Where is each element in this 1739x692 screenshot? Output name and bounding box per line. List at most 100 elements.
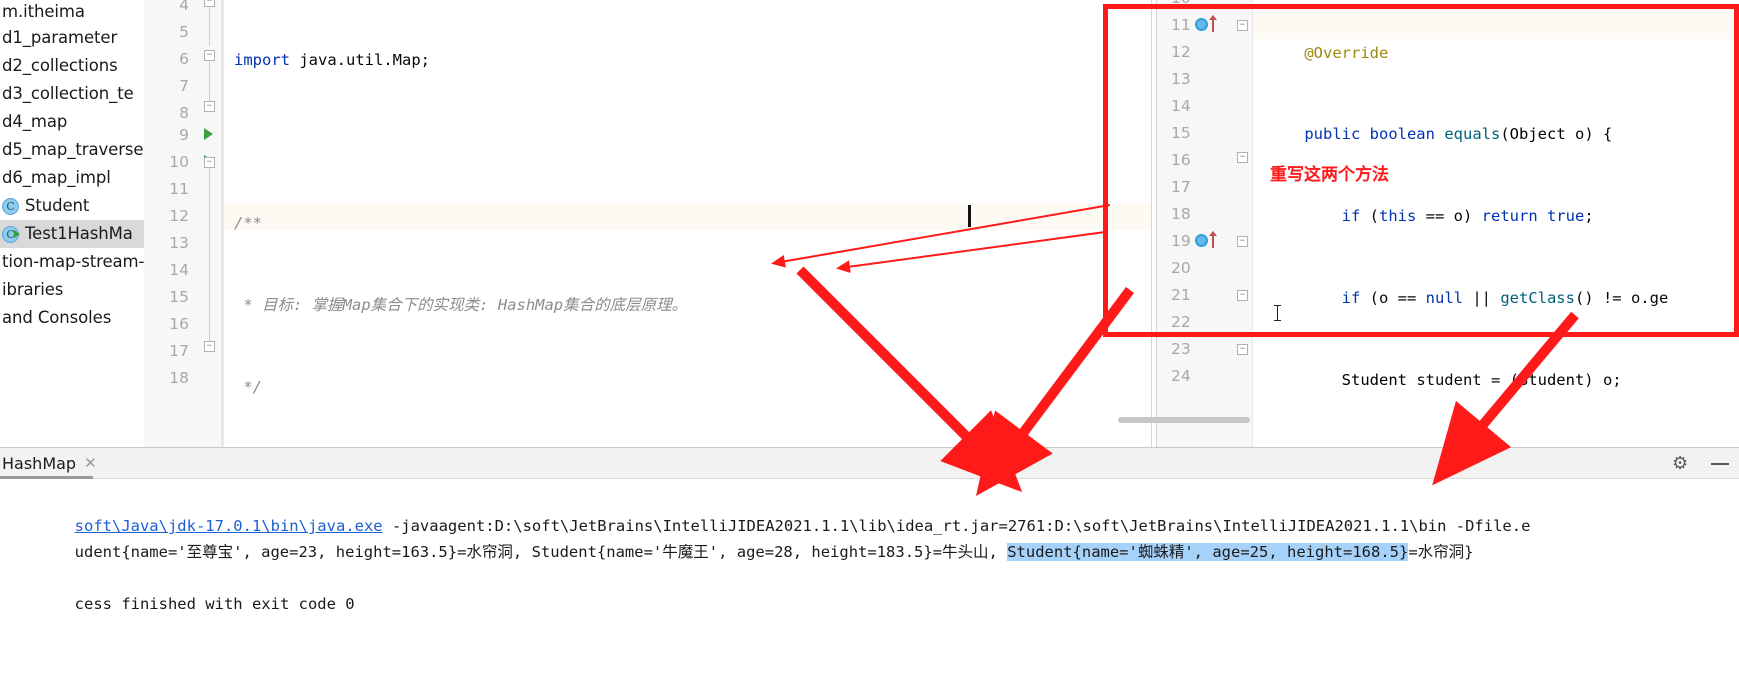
tree-item-label: Student (25, 196, 90, 215)
sidebar-item-module[interactable]: tion-map-stream- (0, 248, 144, 276)
sidebar-item-student[interactable]: C Student (0, 192, 144, 220)
sidebar-item-d3-collection-te[interactable]: d3_collection_te (0, 80, 144, 108)
tree-item-label: d3_collection_te (2, 84, 134, 103)
tree-item-label: d2_collections (2, 56, 118, 75)
line-number: 17 (1171, 178, 1191, 196)
line-number: 14 (169, 261, 189, 279)
fold-marker-main-end-icon[interactable]: − (204, 341, 215, 352)
editor-gutter-left[interactable]: 4 5 6 7 8 9 10 11 12 13 14 15 16 17 18 −… (144, 0, 222, 447)
code-line-14[interactable]: Student student = (Student) o; (1267, 367, 1668, 394)
console-line-command[interactable]: soft\Java\jdk-17.0.1\bin\java.exe -javaa… (0, 487, 1739, 535)
sidebar-item-d2-collections[interactable]: d2_collections (0, 52, 144, 80)
modified-arrow-icon (1209, 231, 1217, 248)
console-line-exit-code: cess finished with exit code 0 (0, 565, 1739, 613)
sidebar-item-d6-map-impl[interactable]: d6_map_impl (0, 164, 144, 192)
tree-item-label: d6_map_impl (2, 168, 111, 187)
console-output[interactable]: soft\Java\jdk-17.0.1\bin\java.exe -javaa… (0, 479, 1739, 692)
run-tool-window: HashMap ✕ ⚙ soft\Java\jdk-17.0.1\bin\jav… (0, 447, 1739, 692)
java-class-runnable-icon: C (2, 225, 20, 243)
editor-area: m.itheima d1_parameter d2_collections d3… (0, 0, 1739, 447)
code-line-7[interactable]: * 目标: 掌握Map集合下的实现类: HashMap集合的底层原理。 (234, 292, 961, 319)
code-content-left[interactable]: import java.util.Map; /** * 目标: 掌握Map集合下… (234, 0, 961, 447)
console-args-tail: :D:\soft\JetBrains\IntelliJIDEA2021.1.1\… (1045, 517, 1531, 535)
sidebar-item-d5-map-traverse[interactable]: d5_map_traverse (0, 136, 144, 164)
code-line-13[interactable]: if (o == null || getClass() != o.ge (1267, 285, 1669, 312)
fold-marker-hashcode-end-icon[interactable]: − (1237, 290, 1248, 301)
line-number: 18 (1171, 205, 1191, 223)
code-line-11[interactable]: public boolean equals(Object o) { (1267, 121, 1668, 148)
project-tree-panel[interactable]: m.itheima d1_parameter d2_collections d3… (0, 0, 144, 447)
code-line-4[interactable]: import java.util.Map; (234, 47, 961, 74)
line-number: 5 (179, 23, 189, 41)
run-class-gutter-icon[interactable] (204, 128, 213, 140)
console-java-path-link[interactable]: soft\Java\jdk-17.0.1\bin\java.exe (75, 517, 383, 535)
text-caret (968, 205, 971, 227)
console-output-tail: =水帘洞} (1408, 543, 1474, 561)
tree-item-label: d5_map_traverse (2, 140, 144, 159)
code-line-6[interactable]: /** (234, 210, 961, 237)
code-line-5[interactable] (234, 128, 961, 155)
sidebar-item-libraries[interactable]: ibraries (0, 276, 144, 304)
line-number: 13 (1171, 70, 1191, 88)
code-editor-student[interactable]: 10 11 12 13 14 15 16 17 18 19 20 21 22 2… (1157, 0, 1739, 447)
fold-marker-hashcode-icon[interactable]: − (1237, 236, 1248, 247)
fold-region-line (209, 168, 210, 341)
gear-icon[interactable]: ⚙ (1672, 455, 1689, 473)
line-number: 10 (1157, 0, 1252, 12)
fold-marker-comment-icon[interactable]: − (204, 50, 215, 61)
fold-marker-collapse-icon[interactable]: − (204, 0, 215, 7)
java-class-icon: C (2, 197, 19, 215)
line-number: 22 (1171, 313, 1191, 331)
line-number: 10 (169, 153, 189, 171)
code-line-8[interactable]: */ (234, 374, 961, 401)
code-editor-test1hashmap[interactable]: 4 5 6 7 8 9 10 11 12 13 14 15 16 17 18 −… (144, 0, 1151, 447)
editor-gutter-right[interactable]: 10 11 12 13 14 15 16 17 18 19 20 21 22 2… (1157, 0, 1253, 447)
sidebar-item-test1hashmap[interactable]: C Test1HashMa (0, 220, 144, 248)
line-number: 9 (179, 126, 189, 144)
fold-region-line (209, 61, 210, 101)
tree-item-label: ibraries (2, 280, 64, 299)
run-tab-label: HashMap (2, 453, 77, 473)
fold-marker-main-icon[interactable]: − (204, 157, 215, 168)
editor-left-border (222, 0, 224, 447)
line-number: 18 (169, 369, 189, 387)
code-content-right[interactable]: @Override public boolean equals(Object o… (1267, 0, 1668, 447)
fold-marker-equals-end-icon[interactable]: − (1237, 152, 1248, 163)
tree-item-label: and Consoles (2, 308, 112, 327)
sidebar-item-d1-parameter[interactable]: d1_parameter (0, 24, 144, 52)
console-exit-text: cess finished with exit code 0 (74, 595, 355, 613)
sidebar-item-d4-map[interactable]: d4_map (0, 108, 144, 136)
line-number: 16 (169, 315, 189, 333)
mouse-text-cursor (1274, 305, 1281, 321)
fold-marker-equals-icon[interactable]: − (1237, 20, 1248, 31)
tree-item-label: tion-map-stream- (2, 252, 144, 271)
line-number: 11 (169, 180, 189, 198)
line-number: 15 (169, 288, 189, 306)
sidebar-item-scratches-and-consoles[interactable]: and Consoles (0, 304, 144, 332)
line-number: 6 (179, 50, 189, 68)
tree-item-label: m.itheima (2, 2, 85, 21)
line-number: 24 (1171, 367, 1191, 385)
line-number: 4 (179, 0, 189, 14)
line-number: 14 (1171, 97, 1191, 115)
tree-root-label[interactable]: m.itheima (0, 0, 144, 24)
method-modified-icon[interactable] (1195, 234, 1208, 247)
code-line-12[interactable]: if (this == o) return true; (1267, 203, 1668, 230)
code-line-10[interactable]: @Override (1267, 40, 1668, 67)
tree-item-label: Test1HashMa (25, 224, 133, 243)
modified-arrow-icon (1209, 15, 1217, 32)
run-header-actions: ⚙ (1672, 448, 1729, 479)
method-modified-icon[interactable] (1195, 18, 1208, 31)
close-icon[interactable]: ✕ (84, 455, 97, 471)
fold-marker-constructor-icon[interactable]: − (1237, 344, 1248, 355)
console-output-selected[interactable]: Student{name='蜘蛛精', age=25, height=168.5… (1007, 543, 1409, 561)
editor-horizontal-scrollbar[interactable] (1118, 417, 1250, 423)
line-number: 7 (179, 77, 189, 95)
line-number: 12 (169, 207, 189, 225)
run-tab-hashmap[interactable]: HashMap ✕ (0, 448, 103, 479)
fold-marker-comment-end-icon[interactable]: − (204, 101, 215, 112)
console-output-head: udent{name='至尊宝', age=23, height=163.5}=… (74, 543, 1008, 561)
minimize-icon[interactable] (1711, 462, 1729, 465)
tree-item-label: d1_parameter (2, 28, 118, 47)
line-number: 17 (169, 342, 189, 360)
